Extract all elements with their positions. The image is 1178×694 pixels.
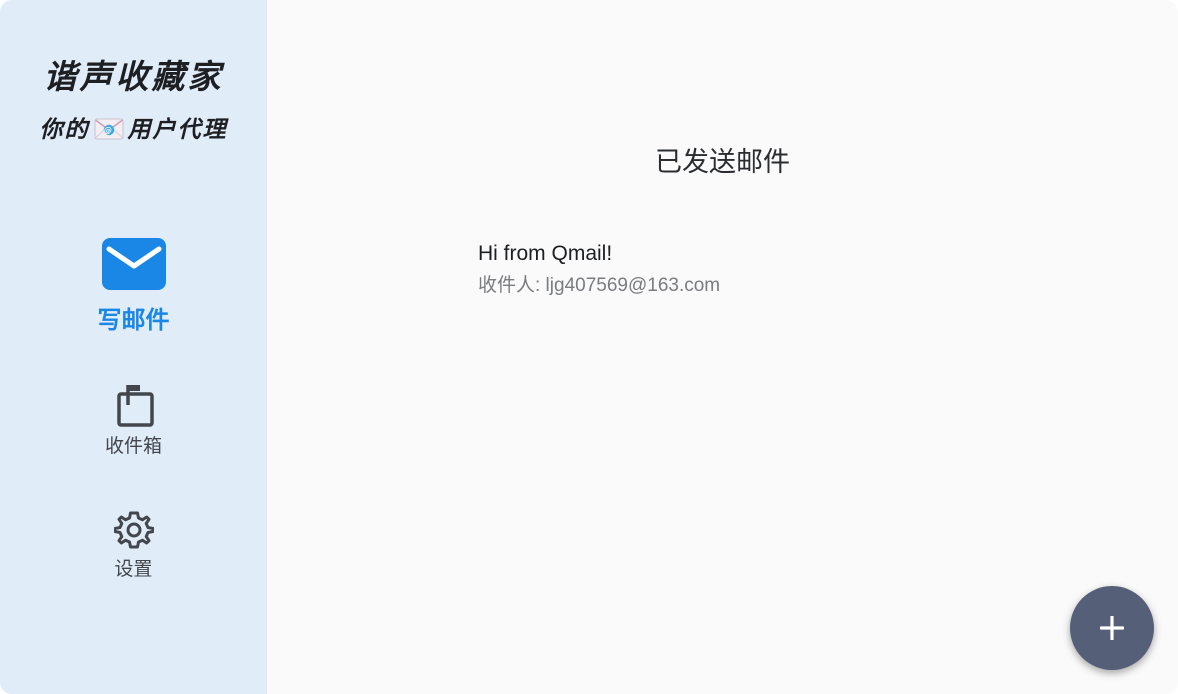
mail-recipient: 收件人: ljg407569@163.com — [478, 275, 721, 296]
gear-icon — [113, 511, 154, 549]
nav-item-settings[interactable]: 设置 — [0, 510, 267, 581]
sidebar: 谐声收藏家 你的 @ 用户代理 写邮件 收件箱 设置 — [0, 0, 267, 694]
nav-item-compose[interactable]: 写邮件 — [0, 238, 267, 335]
plus-icon — [1100, 616, 1124, 640]
mailbox-icon — [116, 385, 154, 427]
mail-icon — [101, 238, 166, 290]
envelope-emoji-icon: @ — [94, 118, 124, 146]
app-title: 谐声收藏家 — [43, 57, 224, 96]
subtitle-prefix: 你的 — [39, 117, 90, 143]
add-button[interactable] — [1070, 586, 1154, 670]
nav-label-settings: 设置 — [114, 558, 153, 580]
nav-item-inbox[interactable]: 收件箱 — [0, 385, 267, 458]
app-window: 谐声收藏家 你的 @ 用户代理 写邮件 收件箱 设置 已发送邮件 Hi from… — [0, 0, 1178, 694]
main-content: 已发送邮件 Hi from Qmail! 收件人: ljg407569@163.… — [267, 0, 1178, 694]
mail-subject: Hi from Qmail! — [478, 242, 613, 265]
svg-text:@: @ — [104, 126, 114, 135]
subtitle-suffix: 用户代理 — [127, 117, 228, 143]
nav-label-inbox: 收件箱 — [104, 435, 162, 457]
app-subtitle: 你的 @ 用户代理 — [0, 110, 267, 146]
list-item[interactable]: Hi from Qmail! 收件人: ljg407569@163.com — [478, 242, 978, 297]
page-title: 已发送邮件 — [655, 147, 790, 177]
nav-label-compose: 写邮件 — [97, 306, 170, 334]
